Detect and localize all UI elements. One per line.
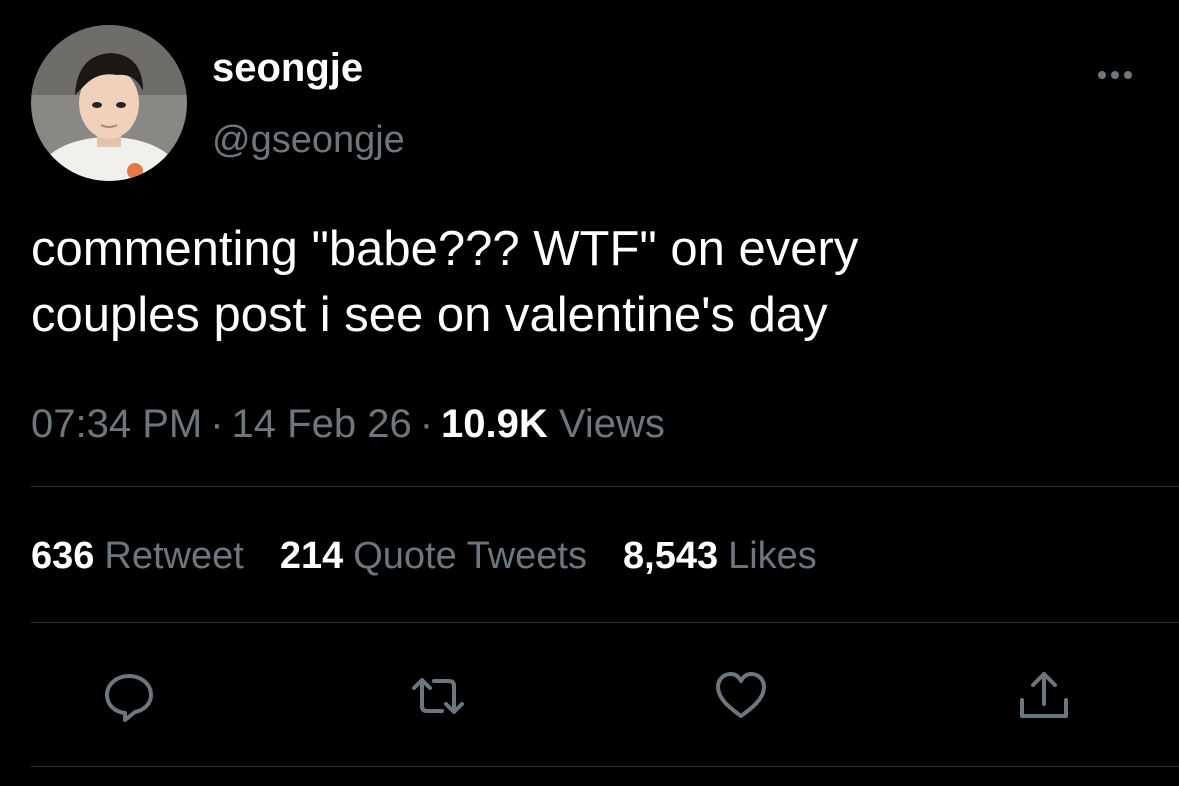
likes-label: Likes (728, 535, 817, 577)
quote-tweets-stat[interactable]: 214 Quote Tweets (280, 533, 587, 579)
quote-tweets-label: Quote Tweets (353, 535, 587, 577)
tweet-meta: 07:34 PM · 14 Feb 26 · 10.9K Views (31, 399, 665, 449)
views-count: 10.9K (441, 402, 548, 446)
tweet-date[interactable]: 14 Feb 26 (232, 402, 412, 446)
retweet-icon (412, 678, 464, 714)
divider (31, 486, 1179, 487)
meta-separator: · (419, 402, 434, 446)
retweet-button[interactable] (410, 668, 466, 724)
like-button[interactable] (713, 668, 769, 724)
tweet-time[interactable]: 07:34 PM (31, 402, 202, 446)
display-name[interactable]: seongje (212, 44, 363, 92)
quote-tweets-count: 214 (279, 535, 344, 577)
views-label: Views (558, 402, 665, 446)
divider (31, 766, 1179, 767)
reply-icon (105, 674, 153, 722)
share-icon (1020, 672, 1068, 718)
retweets-stat[interactable]: 636 Retweet (31, 533, 244, 579)
avatar-image (31, 25, 187, 181)
more-options-button[interactable] (1090, 62, 1140, 88)
meta-separator: · (210, 402, 224, 446)
share-button[interactable] (1016, 668, 1072, 724)
tweet-text-line: commenting "babe??? WTF" on every (31, 222, 859, 276)
divider (31, 622, 1179, 623)
more-dots-icon (1098, 71, 1132, 79)
reply-button[interactable] (101, 668, 157, 724)
engagement-stats: 636 Retweet 214 Quote Tweets 8,543 Likes (31, 533, 853, 579)
tweet-text-line: couples post i see on valentine's day (31, 288, 828, 342)
likes-stat[interactable]: 8,543 Likes (623, 533, 817, 579)
retweets-label: Retweet (104, 535, 244, 577)
retweets-count: 636 (31, 535, 95, 577)
likes-count: 8,543 (623, 535, 719, 577)
user-handle[interactable]: @gseongje (212, 117, 405, 163)
heart-icon (716, 672, 766, 718)
avatar[interactable] (31, 25, 187, 181)
tweet-text: commenting "babe??? WTF" on every couple… (31, 216, 1161, 348)
